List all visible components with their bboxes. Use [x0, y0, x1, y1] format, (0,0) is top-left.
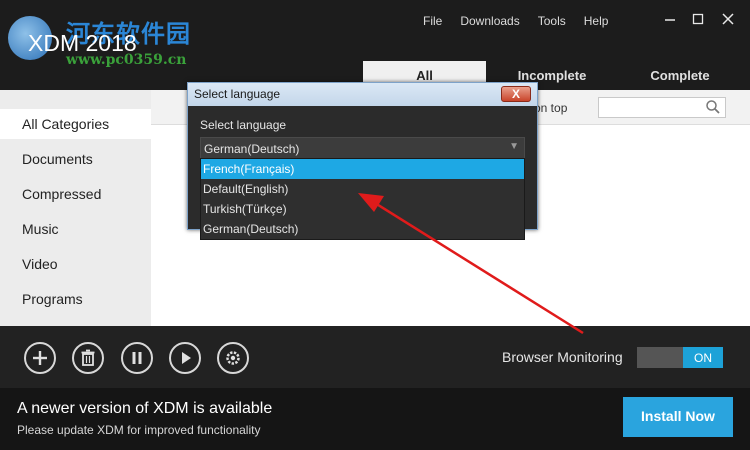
close-icon: [722, 13, 734, 25]
update-subtitle: Please update XDM for improved functiona…: [17, 423, 261, 437]
dialog-close-button[interactable]: X: [501, 86, 531, 102]
toggle-on-label: ON: [683, 347, 723, 368]
sidebar-item-video[interactable]: Video: [0, 249, 151, 279]
xdm-main-window: 河东软件园 www.pc0359.cn XDM 2018 File Downlo…: [0, 0, 750, 450]
title-bar: 河东软件园 www.pc0359.cn XDM 2018 File Downlo…: [0, 0, 750, 90]
sidebar-item-documents[interactable]: Documents: [0, 144, 151, 174]
close-icon: X: [511, 87, 520, 101]
pause-button[interactable]: [121, 342, 153, 374]
language-select-value: German(Deutsch): [204, 142, 300, 156]
sidebar-item-all-categories[interactable]: All Categories: [0, 109, 151, 139]
install-now-button[interactable]: Install Now: [623, 397, 733, 437]
language-select[interactable]: German(Deutsch) ▼: [200, 137, 525, 159]
ontop-label: on top: [534, 101, 568, 115]
chevron-down-icon: ▼: [509, 141, 519, 152]
menu-tools[interactable]: Tools: [538, 14, 566, 28]
add-download-button[interactable]: [24, 342, 56, 374]
minimize-icon: [665, 19, 675, 21]
language-option-german[interactable]: German(Deutsch): [201, 219, 524, 239]
language-option-english[interactable]: Default(English): [201, 179, 524, 199]
menu-downloads[interactable]: Downloads: [460, 14, 519, 28]
dialog-title: Select language: [194, 87, 281, 101]
menu-help[interactable]: Help: [584, 14, 609, 28]
search-input[interactable]: [598, 97, 726, 118]
resume-button[interactable]: [169, 342, 201, 374]
browser-monitoring-label: Browser Monitoring: [502, 349, 623, 365]
sidebar-item-music[interactable]: Music: [0, 214, 151, 244]
search-icon[interactable]: [705, 99, 721, 115]
menu-bar: File Downloads Tools Help: [423, 14, 626, 28]
sidebar-item-compressed[interactable]: Compressed: [0, 179, 151, 209]
minimize-button[interactable]: [660, 12, 680, 29]
category-sidebar: All Categories Documents Compressed Musi…: [0, 90, 151, 326]
app-title: XDM 2018: [28, 30, 137, 56]
update-title: A newer version of XDM is available: [17, 400, 273, 417]
dialog-titlebar: Select language X: [188, 83, 537, 106]
action-bar: Browser Monitoring ON: [0, 326, 750, 388]
pause-icon: [132, 352, 142, 364]
menu-file[interactable]: File: [423, 14, 442, 28]
plus-icon: [33, 351, 47, 365]
sidebar-item-programs[interactable]: Programs: [0, 284, 151, 314]
language-label: Select language: [200, 118, 287, 132]
update-banner: A newer version of XDM is available Plea…: [0, 388, 750, 450]
tab-complete[interactable]: Complete: [618, 61, 742, 90]
settings-button[interactable]: [217, 342, 249, 374]
language-option-french[interactable]: French(Français): [201, 159, 524, 179]
close-window-button[interactable]: [718, 12, 738, 29]
trash-icon: [81, 349, 95, 366]
language-option-turkish[interactable]: Turkish(Türkçe): [201, 199, 524, 219]
maximize-icon: [692, 13, 704, 25]
browser-monitoring-toggle[interactable]: ON: [637, 347, 723, 368]
play-icon: [182, 352, 191, 364]
maximize-button[interactable]: [688, 12, 708, 29]
delete-button[interactable]: [72, 342, 104, 374]
language-dropdown-list: French(Français) Default(English) Turkis…: [200, 158, 525, 240]
gear-icon: [226, 351, 240, 365]
